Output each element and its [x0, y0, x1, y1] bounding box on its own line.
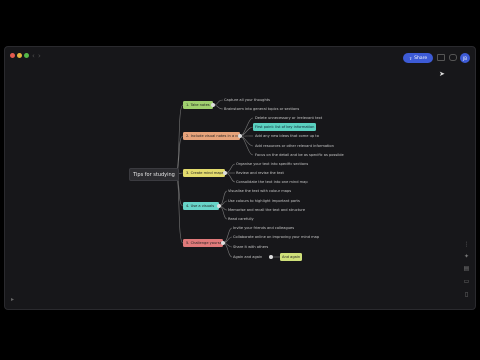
layout-icon[interactable]: ▭	[463, 278, 470, 285]
leaf-node[interactable]: Add resources or other relevant informat…	[253, 142, 336, 150]
leaf-node[interactable]: Share it with others	[231, 243, 270, 251]
leaf-node[interactable]: Focus on the detail and be as specific a…	[253, 151, 346, 159]
leaf-node-highlighted[interactable]: First point: list of key information	[253, 123, 317, 131]
collapse-dot-icon[interactable]	[238, 134, 242, 138]
leaf-node[interactable]: Again and again	[231, 253, 264, 261]
leaf-node[interactable]: Brainstorm into general topics or sectio…	[222, 105, 301, 113]
leaf-node[interactable]: Capture all your thoughts	[222, 96, 272, 104]
collapse-dot-icon[interactable]	[211, 103, 215, 107]
leaf-node[interactable]: Add any new ideas that come up to	[253, 132, 321, 140]
leaf-node[interactable]: Consolidate the text into one mind map	[234, 178, 310, 186]
mindmap-root-node[interactable]: Tips for studying	[129, 168, 179, 181]
branch-node-visuals[interactable]: 4. Use a visuals	[183, 202, 219, 210]
collapse-dot-icon[interactable]	[221, 241, 225, 245]
branch-node-challenge[interactable]: 5. Challenge yourself	[183, 239, 224, 247]
leaf-node[interactable]: Memorise and recall the text and structu…	[226, 206, 307, 214]
leaf-node[interactable]: Use colours to highlight important parts	[226, 197, 302, 205]
leaf-node[interactable]: Read carefully	[226, 215, 256, 223]
leaf-node[interactable]: Delete unnecessary or irrelevant text	[253, 114, 324, 122]
leaf-node[interactable]: Organise your text into specific section…	[234, 160, 310, 168]
trash-icon[interactable]: ▯	[463, 291, 470, 298]
star-icon[interactable]: ✦	[463, 253, 470, 260]
letterbox-top	[0, 0, 480, 46]
grid-icon[interactable]: ⋮	[463, 241, 470, 248]
branch-node-take-notes[interactable]: 1. Take notes	[183, 101, 213, 109]
leaf-node[interactable]: Invite your friends and colleagues	[231, 224, 296, 232]
collapse-dot-icon[interactable]	[217, 204, 221, 208]
collapse-dot-icon[interactable]	[223, 171, 227, 175]
branch-node-visual-notes[interactable]: 2. Include visual notes in a concept	[183, 132, 250, 140]
collapse-dot-icon[interactable]	[269, 255, 273, 259]
branch-node-mind-maps[interactable]: 3. Create mind maps	[183, 169, 225, 177]
leaf-node[interactable]: Collaborate online on improving your min…	[231, 233, 321, 241]
leaf-node-highlighted[interactable]: And again	[280, 253, 303, 261]
leaf-node[interactable]: Review and revise the text	[234, 169, 286, 177]
collapse-sidebar-icon[interactable]: ▸	[11, 296, 14, 303]
letterbox-bottom	[0, 310, 480, 360]
app-window: ‹ › ⇪ Share JB ➤ Tips for studying 1. Ta…	[4, 46, 476, 310]
note-icon[interactable]: ▤	[463, 265, 470, 272]
leaf-node[interactable]: Visualise the text with colour maps	[226, 187, 293, 195]
